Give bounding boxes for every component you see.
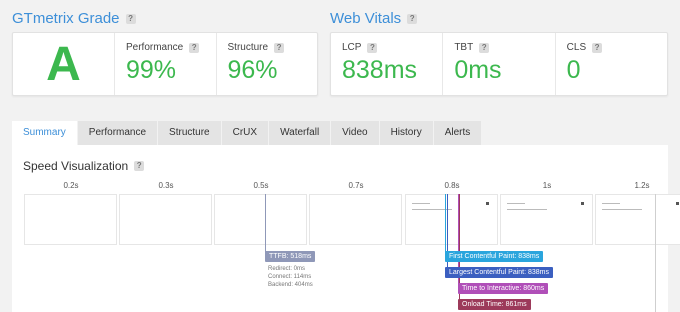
fcp-line xyxy=(445,194,446,253)
timeline-tick: 0.5s xyxy=(253,181,269,190)
help-icon[interactable]: ? xyxy=(125,13,136,24)
frame-content-line xyxy=(602,209,642,210)
timeline-end-line xyxy=(655,194,656,312)
web-vitals-heading: Web Vitals ? xyxy=(330,10,418,27)
filmstrip-frame-blank[interactable] xyxy=(24,194,117,245)
grade-box: A xyxy=(13,33,115,95)
structure-value: 96% xyxy=(227,56,278,84)
help-icon[interactable]: ? xyxy=(407,13,418,24)
tbt-label: TBT xyxy=(454,42,474,53)
timeline-tick: 0.2s xyxy=(63,181,79,190)
filmstrip-frame-rendered[interactable] xyxy=(595,194,680,245)
help-icon[interactable]: ? xyxy=(367,42,378,53)
tab-performance[interactable]: Performance xyxy=(77,121,159,145)
web-vitals-title: Web Vitals xyxy=(330,10,402,27)
lcp-marker: Largest Contentful Paint: 838ms xyxy=(445,267,554,278)
performance-metric: Performance ? 99% xyxy=(115,33,217,95)
tab-summary[interactable]: Summary xyxy=(12,121,78,145)
ttfb-backend: Backend: 404ms xyxy=(268,282,313,288)
cls-value: 0 xyxy=(566,56,581,84)
tab-alerts[interactable]: Alerts xyxy=(433,121,483,145)
tbt-value: 0ms xyxy=(454,56,502,84)
frame-content-line xyxy=(412,203,430,204)
help-icon[interactable]: ? xyxy=(134,161,145,171)
structure-label-row: Structure ? xyxy=(228,42,318,53)
frame-content-line xyxy=(507,203,525,204)
timeline-tick: 0.3s xyxy=(158,181,174,190)
performance-label: Performance xyxy=(126,42,184,53)
speed-visualization-heading: Speed Visualization ? xyxy=(23,159,145,173)
timeline-tick: 1s xyxy=(542,181,552,190)
structure-metric: Structure ? 96% xyxy=(217,33,318,95)
frame-content-line xyxy=(602,203,620,204)
ttfb-redirect: Redirect: 0ms xyxy=(268,266,306,272)
gtmetrix-grade-card: A Performance ? 99% Structure ? 96% xyxy=(12,32,318,96)
frame-content-line xyxy=(507,209,547,210)
lcp-value: 838ms xyxy=(342,56,418,84)
help-icon[interactable]: ? xyxy=(479,42,490,53)
filmstrip-frame-blank[interactable] xyxy=(214,194,307,245)
grade-letter: A xyxy=(46,37,81,91)
filmstrip-frame-blank[interactable] xyxy=(309,194,402,245)
fcp-marker: First Contentful Paint: 838ms xyxy=(445,251,544,262)
speed-visualization-panel: Speed Visualization ? 0.2s 0.3s 0.5s 0.7… xyxy=(12,145,680,312)
report-tabs: Summary Performance Structure CrUX Water… xyxy=(12,121,483,145)
speed-visualization-title: Speed Visualization xyxy=(23,159,129,173)
web-vitals-card: LCP ? 838ms TBT ? 0ms CLS ? 0 xyxy=(330,32,668,96)
filmstrip-frame-rendered[interactable] xyxy=(500,194,593,245)
onload-marker: Onload Time: 861ms xyxy=(458,299,531,310)
filmstrip-frame-blank[interactable] xyxy=(119,194,212,245)
help-icon[interactable]: ? xyxy=(274,42,285,53)
ttfb-line xyxy=(265,194,266,253)
timeline-tick: 0.8s xyxy=(444,181,460,190)
lcp-label-row: LCP ? xyxy=(342,42,442,53)
tab-crux[interactable]: CrUX xyxy=(221,121,270,145)
help-icon[interactable]: ? xyxy=(189,42,200,53)
frame-content-dot xyxy=(581,202,584,205)
timeline-tick: 1.2s xyxy=(634,181,650,190)
timeline-tick: 0.7s xyxy=(348,181,364,190)
cls-metric: CLS ? 0 xyxy=(556,33,667,95)
tab-video[interactable]: Video xyxy=(331,121,380,145)
ttfb-details: Redirect: 0ms Connect: 114ms Backend: 40… xyxy=(268,265,313,289)
frame-content-dot xyxy=(486,202,489,205)
tab-structure[interactable]: Structure xyxy=(158,121,222,145)
performance-label-row: Performance ? xyxy=(126,42,216,53)
tbt-label-row: TBT ? xyxy=(454,42,554,53)
ttfb-connect: Connect: 114ms xyxy=(268,274,312,280)
structure-label: Structure xyxy=(227,42,269,53)
tab-history[interactable]: History xyxy=(379,121,434,145)
ttfb-marker: TTFB: 518ms xyxy=(265,251,316,262)
cls-label: CLS xyxy=(566,42,587,53)
frame-content-dot xyxy=(676,202,679,205)
performance-value: 99% xyxy=(126,56,177,84)
lcp-metric: LCP ? 838ms xyxy=(331,33,444,95)
tab-waterfall[interactable]: Waterfall xyxy=(269,121,332,145)
cls-label-row: CLS ? xyxy=(567,42,667,53)
frame-content-line xyxy=(412,209,452,210)
help-icon[interactable]: ? xyxy=(592,42,603,53)
gtmetrix-grade-title: GTmetrix Grade xyxy=(12,10,120,27)
gtmetrix-grade-heading: GTmetrix Grade ? xyxy=(12,10,136,27)
tbt-metric: TBT ? 0ms xyxy=(443,33,556,95)
filmstrip-frame-rendered[interactable] xyxy=(405,194,498,245)
tti-marker: Time to Interactive: 860ms xyxy=(458,283,549,294)
lcp-label: LCP xyxy=(342,42,362,53)
